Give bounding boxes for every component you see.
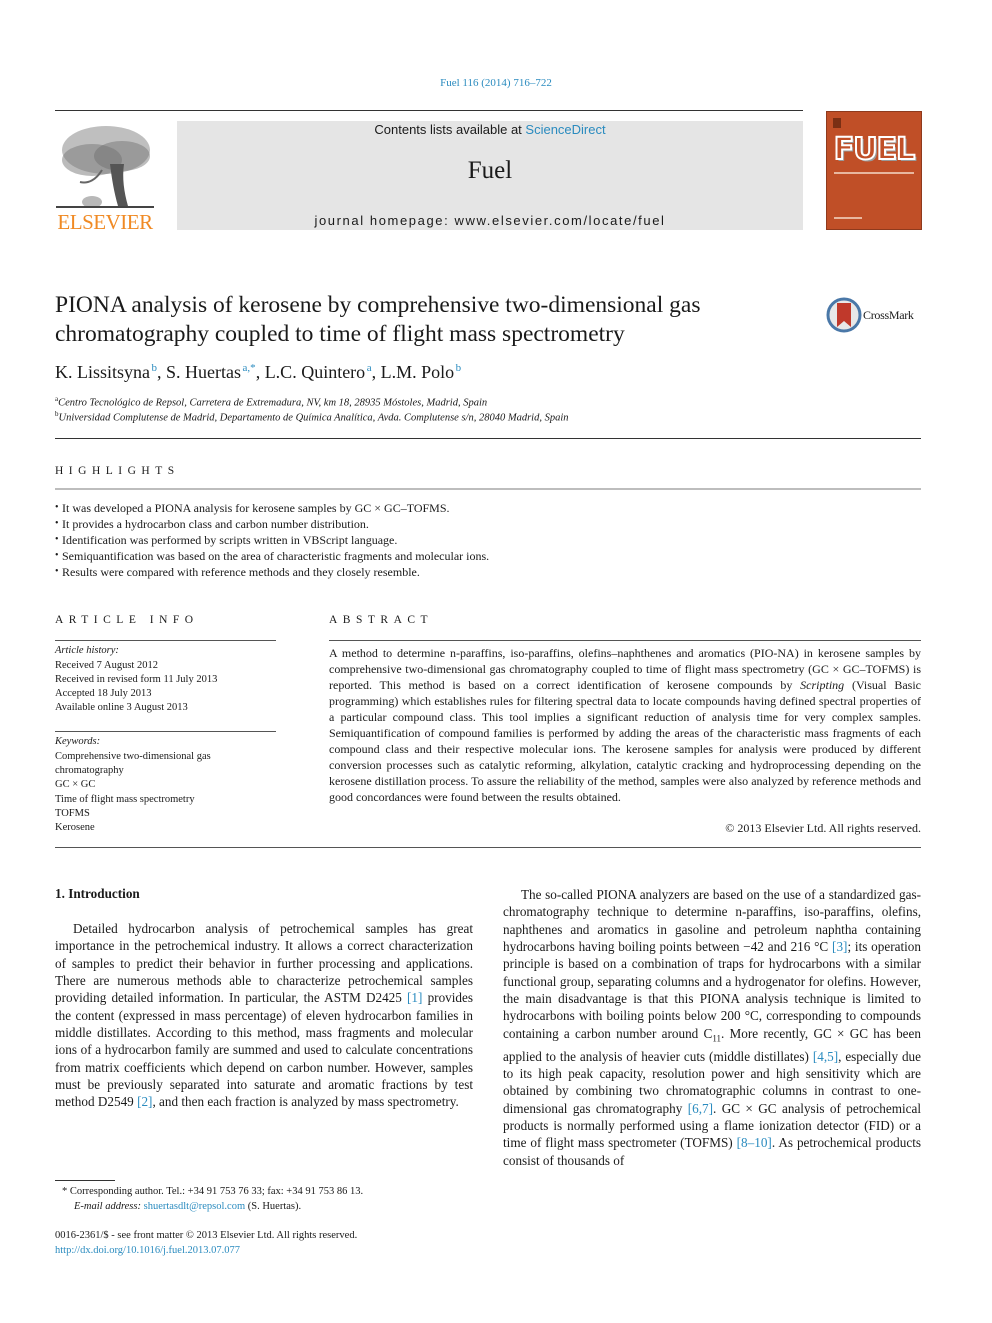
article-history-label: Article history:: [55, 645, 119, 656]
abstract-copyright: © 2013 Elsevier Ltd. All rights reserved…: [725, 821, 921, 835]
journal-homepage[interactable]: journal homepage: www.elsevier.com/locat…: [177, 213, 803, 228]
abstract-text-part: (Visual Basic programming) which establi…: [329, 678, 922, 804]
abstract-text: A method to determine n-paraffins, iso-p…: [329, 645, 921, 805]
keyword: Time of flight mass spectrometry: [55, 793, 195, 805]
author-name[interactable]: S. Huertas: [166, 362, 241, 382]
article-info-heading: ARTICLE INFO: [55, 614, 199, 626]
keywords-rule: [55, 731, 276, 732]
section-heading: 1. Introduction: [55, 886, 140, 901]
author-list: K. Lissitsyna b, S. Huertas a,*, L.C. Qu…: [55, 362, 462, 382]
affiliation-text: Centro Tecnológico de Repsol, Carretera …: [58, 397, 488, 409]
email-link[interactable]: shuertasdlt@repsol.com: [144, 1201, 246, 1212]
crossmark-label[interactable]: CrossMark: [863, 308, 914, 323]
citation-link[interactable]: [6,7]: [688, 1101, 713, 1116]
doi-link[interactable]: http://dx.doi.org/10.1016/j.fuel.2013.07…: [55, 1245, 240, 1256]
body-text: provides the content (expressed in mass …: [55, 990, 473, 1110]
highlight-item: Identification was performed by scripts …: [55, 532, 915, 548]
cover-logo-icon: [833, 118, 841, 128]
citation-link[interactable]: [3]: [832, 939, 847, 954]
abstract-bottom-rule: [55, 847, 921, 848]
subscript: 11: [712, 1033, 721, 1044]
body-text: , and then each fraction is analyzed by …: [152, 1094, 459, 1110]
email-label: E-mail address:: [74, 1201, 144, 1212]
email-note: E-mail address: shuertasdlt@repsol.com (…: [74, 1201, 301, 1212]
article-history: Received 7 August 2012 Received in revis…: [55, 659, 217, 715]
cover-subtitle-bar: [834, 172, 914, 174]
author-name[interactable]: L.C. Quintero: [265, 362, 366, 382]
author-affiliation-marker[interactable]: a,*: [243, 362, 256, 374]
citation-link[interactable]: [4,5]: [813, 1049, 838, 1064]
header-rule: [55, 110, 803, 111]
footnote-rule: [55, 1180, 115, 1181]
keywords-list: Comprehensive two-dimensional gas chroma…: [55, 750, 270, 835]
keyword: GC × GC: [55, 779, 96, 791]
highlight-item: Results were compared with reference met…: [55, 564, 915, 580]
highlights-rule: [55, 488, 921, 490]
highlight-item: It provides a hydrocarbon class and carb…: [55, 516, 915, 532]
body-column-right: The so-called PIONA analyzers are based …: [503, 886, 921, 1169]
affiliation: bUniversidad Complutense de Madrid, Depa…: [55, 410, 568, 424]
highlights-heading: HIGHLIGHTS: [55, 465, 180, 477]
author-name[interactable]: K. Lissitsyna: [55, 362, 150, 382]
contents-line: Contents lists available at ScienceDirec…: [177, 122, 803, 137]
body-column-left: Detailed hydrocarbon analysis of petroch…: [55, 920, 473, 1111]
issn-line: 0016-2361/$ - see front matter © 2013 El…: [55, 1230, 358, 1241]
keyword: TOFMS: [55, 807, 90, 819]
corresponding-author-note: * Corresponding author. Tel.: +34 91 753…: [62, 1186, 364, 1197]
journal-citation-link[interactable]: Fuel 116 (2014) 716–722: [0, 77, 992, 89]
history-entry: Received 7 August 2012: [55, 660, 158, 671]
journal-name: Fuel: [467, 157, 513, 184]
history-entry: Available online 3 August 2013: [55, 702, 188, 713]
elsevier-wordmark: ELSEVIER: [57, 210, 153, 234]
article-title: PIONA analysis of kerosene by comprehens…: [55, 292, 701, 347]
author-name[interactable]: L.M. Polo: [381, 362, 455, 382]
author-affiliation-marker[interactable]: b: [456, 362, 462, 374]
highlight-item: It was developed a PIONA analysis for ke…: [55, 500, 915, 516]
history-entry: Accepted 18 July 2013: [55, 688, 152, 699]
cover-title: FUEL: [833, 131, 916, 168]
contents-prefix: Contents lists available at: [374, 122, 526, 137]
keyword: Comprehensive two-dimensional gas chroma…: [55, 751, 211, 777]
article-info-rule: [55, 640, 276, 641]
cover-footer-bar: [834, 217, 862, 219]
abstract-heading: ABSTRACT: [329, 614, 434, 626]
abstract-italic-term: Scripting: [800, 678, 845, 692]
journal-cover-image: FUEL: [826, 111, 922, 230]
highlights-list: It was developed a PIONA analysis for ke…: [55, 500, 915, 580]
affiliation-text: Universidad Complutense de Madrid, Depar…: [58, 412, 569, 424]
citation-link[interactable]: [1]: [407, 990, 422, 1005]
title-rule: [55, 438, 921, 439]
email-suffix: (S. Huertas).: [245, 1201, 302, 1212]
abstract-rule: [329, 640, 921, 641]
affiliation: aCentro Tecnológico de Repsol, Carretera…: [55, 395, 487, 409]
history-entry: Received in revised form 11 July 2013: [55, 674, 218, 685]
highlight-item: Semiquantification was based on the area…: [55, 548, 915, 564]
sciencedirect-link[interactable]: ScienceDirect: [525, 122, 605, 137]
citation-link[interactable]: [8–10]: [737, 1135, 772, 1150]
author-affiliation-marker[interactable]: b: [152, 362, 158, 374]
author-affiliation-marker[interactable]: a: [367, 362, 372, 374]
keywords-label: Keywords:: [55, 736, 101, 747]
keyword: Kerosene: [55, 822, 95, 834]
citation-link[interactable]: [2]: [137, 1094, 152, 1109]
